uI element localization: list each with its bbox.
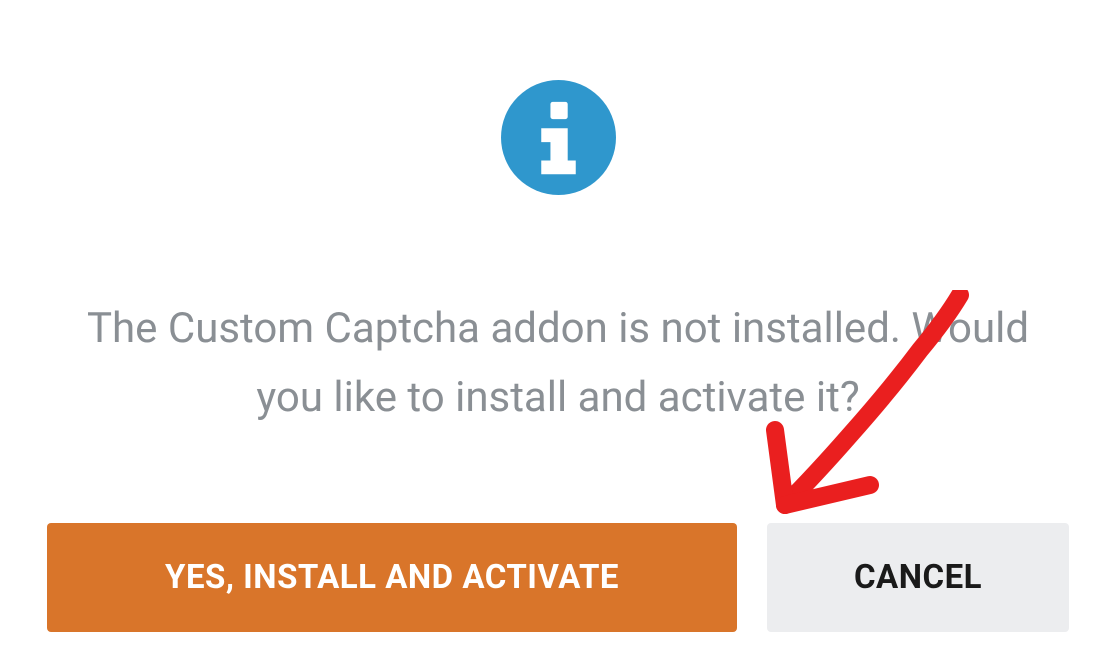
- cancel-button[interactable]: CANCEL: [767, 523, 1069, 632]
- install-activate-button[interactable]: YES, INSTALL AND ACTIVATE: [47, 523, 737, 632]
- info-icon: [501, 80, 616, 195]
- dialog-button-row: YES, INSTALL AND ACTIVATE CANCEL: [45, 523, 1071, 632]
- install-addon-dialog: The Custom Captcha addon is not installe…: [0, 0, 1116, 666]
- info-icon-wrapper: [501, 80, 616, 199]
- dialog-message: The Custom Captcha addon is not installe…: [58, 294, 1058, 433]
